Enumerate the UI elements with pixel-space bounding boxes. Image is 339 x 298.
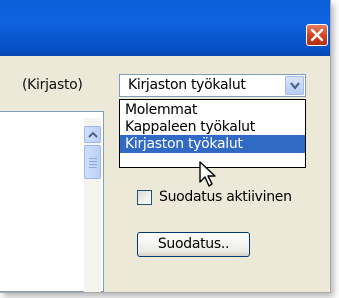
option-kappaleen-tyokalut[interactable]: Kappaleen työkalut [120,118,305,136]
grip-line [89,158,97,159]
list-scrollbar[interactable] [84,118,101,292]
scroll-thumb[interactable] [84,145,101,179]
title-bar[interactable] [0,0,330,56]
close-button[interactable] [306,24,328,46]
library-label: (Kirjasto) [22,77,83,93]
chevron-down-icon [290,82,300,90]
tools-dropdown-list[interactable]: Molemmat Kappaleen työkalut Kirjaston ty… [119,99,306,168]
tools-combobox-dropdown-button[interactable] [285,76,304,95]
filter-active-checkbox[interactable] [137,190,152,205]
scroll-up-button[interactable] [84,126,101,143]
grip-line [89,161,97,162]
screenshot: (Kirjasto) Kirjaston työkalut Molemmat K… [0,0,339,298]
filter-active-label[interactable]: Suodatus aktiivinen [159,189,292,205]
grip-line [89,164,97,165]
option-kirjaston-tyokalut[interactable]: Kirjaston työkalut [120,135,305,153]
dialog-window: (Kirjasto) Kirjaston työkalut Molemmat K… [0,0,331,293]
grip-line [89,167,97,168]
chevron-up-icon [88,131,98,138]
option-molemmat[interactable]: Molemmat [120,101,305,119]
filter-button[interactable]: Suodatus.. [137,232,250,257]
tools-combobox-value: Kirjaston työkalut [128,77,246,93]
tools-combobox[interactable]: Kirjaston työkalut [119,74,306,97]
close-icon [310,28,324,42]
mouse-cursor-icon [199,161,216,187]
